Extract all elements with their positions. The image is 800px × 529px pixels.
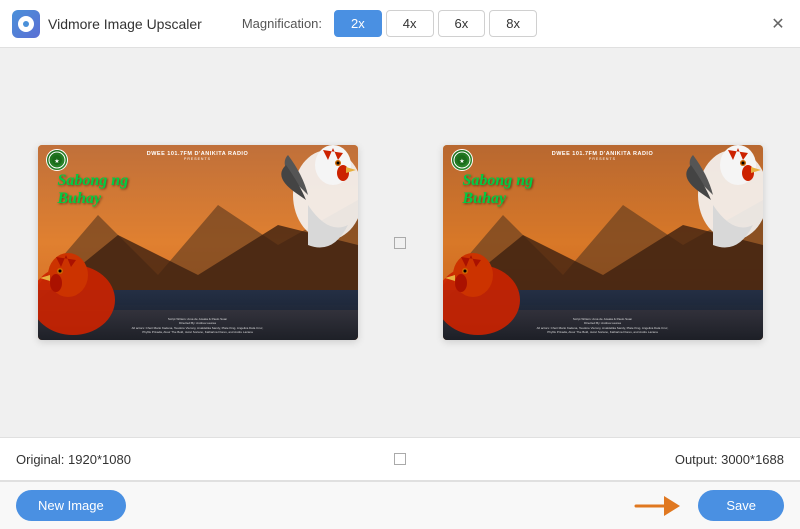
poster-logo-circle: ★ xyxy=(46,149,68,171)
output-image-container: DWEE 101.7FM D'ANIKITA RADIO PRESENTS ★ … xyxy=(443,145,763,340)
output-image-panel: DWEE 101.7FM D'ANIKITA RADIO PRESENTS ★ … xyxy=(430,64,775,421)
info-bar: Original: 1920*1080 Output: 3000*1688 xyxy=(0,437,800,481)
poster-header: DWEE 101.7FM D'ANIKITA RADIO PRESENTS xyxy=(147,151,248,161)
output-poster-logo-circle: ★ xyxy=(451,149,473,171)
original-image-container: DWEE 101.7FM D'ANIKITA RADIO PRESENTS ★ … xyxy=(38,145,358,340)
poster-title-line2: Buhay xyxy=(58,191,129,207)
bottom-bar: New Image Save xyxy=(0,481,800,529)
svg-text:★: ★ xyxy=(459,158,464,165)
output-poster-credits: Script Writers: Ama de Juwata & Paulo Su… xyxy=(453,317,753,334)
mag-6x-button[interactable]: 6x xyxy=(438,10,486,37)
poster-logo: ★ xyxy=(46,149,68,171)
output-poster-credits-text: Script Writers: Ama de Juwata & Paulo Su… xyxy=(453,317,753,334)
poster-title: Sabong ng Buhay xyxy=(58,173,129,207)
app-title: Vidmore Image Upscaler xyxy=(48,16,202,32)
output-poster-title-line1: Sabong ng xyxy=(463,173,534,189)
magnification-label: Magnification: xyxy=(242,16,322,31)
app-logo xyxy=(12,10,40,38)
mag-8x-button[interactable]: 8x xyxy=(489,10,537,37)
divider-box xyxy=(394,237,406,249)
app-logo-inner xyxy=(18,16,34,32)
close-button[interactable]: ✕ xyxy=(768,14,788,34)
center-divider xyxy=(390,237,410,249)
poster-credits-text: Script Writers: Ama de Juwata & Paulo Su… xyxy=(48,317,348,334)
original-poster: DWEE 101.7FM D'ANIKITA RADIO PRESENTS ★ … xyxy=(38,145,358,340)
mag-2x-button[interactable]: 2x xyxy=(334,10,382,37)
bottom-right-controls: Save xyxy=(634,490,784,521)
output-poster: DWEE 101.7FM D'ANIKITA RADIO PRESENTS ★ … xyxy=(443,145,763,340)
poster-credits: Script Writers: Ama de Juwata & Paulo Su… xyxy=(48,317,348,334)
magnification-buttons: 2x 4x 6x 8x xyxy=(334,10,537,37)
poster-presents: PRESENTS xyxy=(147,157,248,161)
main-content: DWEE 101.7FM D'ANIKITA RADIO PRESENTS ★ … xyxy=(0,48,800,437)
info-divider-box xyxy=(394,453,406,465)
svg-text:★: ★ xyxy=(54,158,59,165)
original-resolution: Original: 1920*1080 xyxy=(16,452,394,467)
arrow-right-icon xyxy=(634,492,682,520)
original-image-panel: DWEE 101.7FM D'ANIKITA RADIO PRESENTS ★ … xyxy=(25,64,370,421)
title-bar: Vidmore Image Upscaler Magnification: 2x… xyxy=(0,0,800,48)
output-resolution: Output: 3000*1688 xyxy=(406,452,784,467)
output-poster-title: Sabong ng Buhay xyxy=(463,173,534,207)
new-image-button[interactable]: New Image xyxy=(16,490,126,521)
info-divider xyxy=(394,453,406,465)
output-poster-header: DWEE 101.7FM D'ANIKITA RADIO PRESENTS xyxy=(552,151,653,161)
mag-4x-button[interactable]: 4x xyxy=(386,10,434,37)
poster-title-line1: Sabong ng xyxy=(58,173,129,189)
output-poster-title-line2: Buhay xyxy=(463,191,534,207)
app-logo-dot xyxy=(23,21,29,27)
output-poster-presents: PRESENTS xyxy=(552,157,653,161)
save-button[interactable]: Save xyxy=(698,490,784,521)
output-poster-logo: ★ xyxy=(451,149,473,171)
